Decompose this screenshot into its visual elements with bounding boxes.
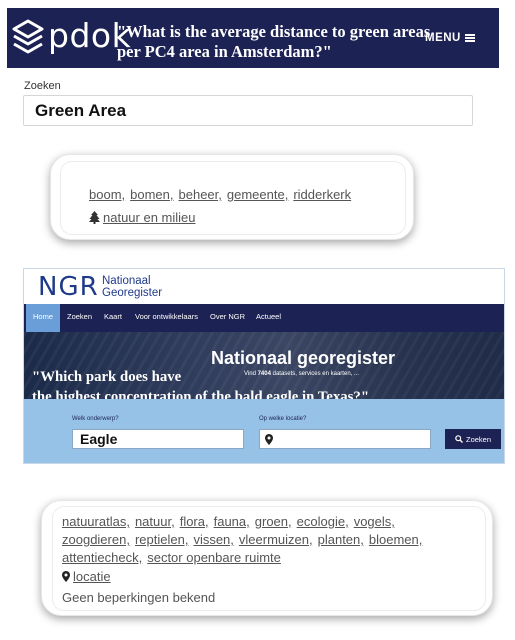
keyword-link[interactable]: ridderkerk xyxy=(293,187,351,202)
keyword-link[interactable]: attentiecheck, xyxy=(62,550,142,565)
search-button[interactable]: Zoeken xyxy=(445,429,501,449)
keyword-link[interactable]: zoogdieren, xyxy=(62,532,130,547)
keyword-link[interactable]: bloemen, xyxy=(369,532,422,547)
nav-over-ngr[interactable]: Over NGR xyxy=(210,312,245,321)
search-input[interactable]: Green Area xyxy=(23,95,473,126)
search-input-value: Green Area xyxy=(35,101,127,120)
tree-icon xyxy=(89,211,100,224)
restrictions-note: Geen beperkingen bekend xyxy=(62,590,216,605)
keyword-link[interactable]: vissen, xyxy=(193,532,233,547)
ngr-question-line1: "Which park does have xyxy=(32,369,182,385)
ngr-logo-mark[interactable]: NGR xyxy=(38,273,99,301)
keyword-link[interactable]: natuuratlas, xyxy=(62,514,130,529)
keyword-list: boom, bomen, beheer, gemeente, ridderkerk xyxy=(89,186,409,204)
ngr-search-band: Welk onderwerp? Eagle Op welke locatie? … xyxy=(24,399,504,463)
keyword-link[interactable]: beheer, xyxy=(179,187,222,202)
ngr-navbar: Home Zoeken Kaart Voor ontwikkelaars Ove… xyxy=(24,304,504,332)
pdok-panel: pdok "What is the average distance to gr… xyxy=(7,8,499,138)
keyword-link[interactable]: gemeente, xyxy=(227,187,288,202)
keyword-link[interactable]: planten, xyxy=(318,532,364,547)
pdok-logo-icon xyxy=(12,19,44,54)
category-label: locatie xyxy=(73,569,111,584)
location-input[interactable] xyxy=(259,429,431,449)
map-marker-icon xyxy=(62,571,70,582)
search-button-label: Zoeken xyxy=(465,434,492,444)
nav-kaart[interactable]: Kaart xyxy=(104,312,122,321)
subject-input[interactable]: Eagle xyxy=(72,429,244,449)
ngr-panel: NGR Nationaal Georegister Home Zoeken Ka… xyxy=(23,268,505,464)
ngr-logo-name: Nationaal Georegister xyxy=(102,275,162,299)
keyword-link[interactable]: ecologie, xyxy=(297,514,349,529)
search-icon xyxy=(455,435,463,443)
pdok-header: pdok "What is the average distance to gr… xyxy=(7,8,499,68)
category-link[interactable]: locatie xyxy=(62,569,111,584)
keyword-link[interactable]: vleermuizen, xyxy=(239,532,313,547)
ngr-header: NGR Nationaal Georegister xyxy=(24,269,504,304)
result-card: boom, bomen, beheer, gemeente, ridderkerk na… xyxy=(50,154,414,240)
keyword-link[interactable]: bomen, xyxy=(130,187,173,202)
location-label: Op welke locatie? xyxy=(259,416,307,422)
map-marker-icon xyxy=(265,434,273,445)
keyword-link[interactable]: sector openbare ruimte xyxy=(147,550,281,565)
keyword-link[interactable]: fauna, xyxy=(214,514,250,529)
nav-home[interactable]: Home xyxy=(26,304,61,332)
keyword-link[interactable]: vogels, xyxy=(354,514,395,529)
menu-label: MENU xyxy=(425,32,461,44)
keyword-link[interactable]: natuur, xyxy=(135,514,175,529)
keyword-link[interactable]: reptielen, xyxy=(135,532,188,547)
nav-zoeken[interactable]: Zoeken xyxy=(67,312,92,321)
nav-actueel[interactable]: Actueel xyxy=(256,312,281,321)
hero-title: Nationaal georegister xyxy=(211,348,396,368)
ngr-name-line2: Georegister xyxy=(102,287,163,299)
keyword-link[interactable]: boom, xyxy=(89,187,125,202)
subject-input-value: Eagle xyxy=(80,431,118,447)
subject-label: Welk onderwerp? xyxy=(72,416,119,422)
category-label: natuur en milieu xyxy=(103,210,196,225)
menu-button[interactable]: MENU xyxy=(425,32,475,44)
keyword-list: natuuratlas, natuur, flora, fauna, groen, eco… xyxy=(62,513,442,567)
nav-voor-ontwikkelaars[interactable]: Voor ontwikkelaars xyxy=(135,312,198,321)
category-link[interactable]: natuur en milieu xyxy=(89,210,196,225)
ngr-name-line1: Nationaal xyxy=(102,275,151,287)
result-card: natuuratlas, natuur, flora, fauna, groen, eco… xyxy=(41,500,493,616)
hamburger-icon xyxy=(464,34,475,42)
pdok-question-caption: "What is the average distance to green a… xyxy=(117,22,431,61)
keyword-link[interactable]: flora, xyxy=(180,514,209,529)
search-label: Zoeken xyxy=(24,80,61,92)
keyword-link[interactable]: groen, xyxy=(255,514,292,529)
